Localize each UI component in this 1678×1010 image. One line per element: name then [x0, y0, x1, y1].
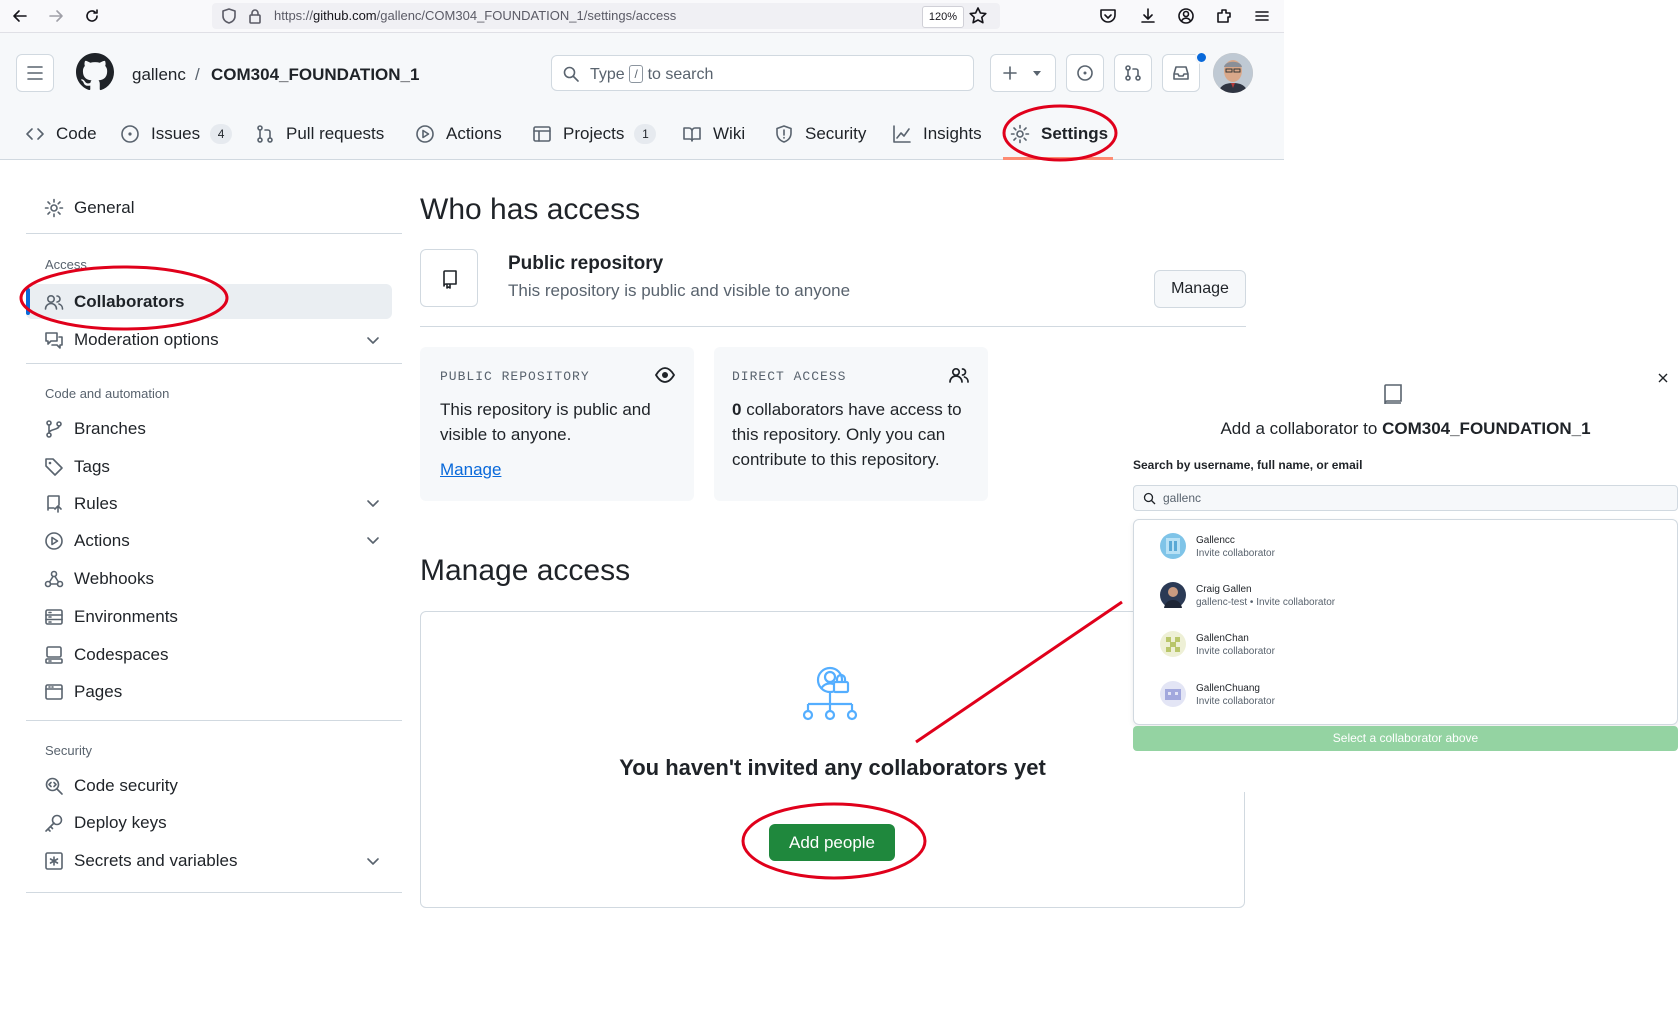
annotation-arrow-line [915, 600, 1123, 744]
annotation-circle-collaborators [19, 265, 229, 331]
annotation-circle-settings [1002, 104, 1118, 162]
annotation-circle-add-people [741, 802, 927, 880]
